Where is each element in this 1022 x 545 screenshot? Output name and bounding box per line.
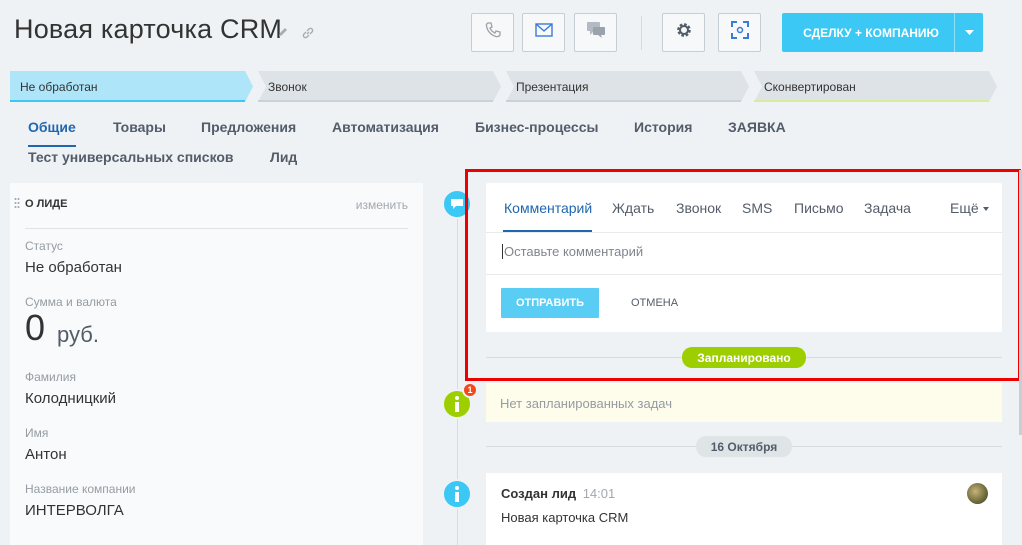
sum-currency: руб.	[57, 322, 99, 347]
title-actions	[277, 26, 315, 40]
tab-general[interactable]: Общие	[28, 119, 76, 135]
name-label: Имя	[25, 426, 49, 440]
status-label: Статус	[25, 239, 63, 253]
pencil-icon[interactable]	[277, 26, 289, 40]
name-value: Антон	[25, 446, 67, 463]
create-deal-company-button[interactable]: СДЕЛКУ + КОМПАНИЮ	[782, 13, 983, 52]
event-time: 14:01	[582, 486, 616, 501]
chat-icon	[585, 20, 607, 45]
create-deal-company-label: СДЕЛКУ + КОМПАНИЮ	[803, 25, 939, 40]
drag-handle-icon[interactable]	[14, 197, 20, 211]
tab-universal-lists[interactable]: Тест универсальных списков	[28, 149, 234, 165]
email-button[interactable]	[522, 13, 565, 52]
chat-button[interactable]	[574, 13, 617, 52]
call-button[interactable]	[471, 13, 514, 52]
info-icon	[442, 479, 472, 509]
scan-icon	[730, 20, 750, 45]
tab-offers[interactable]: Предложения	[201, 119, 296, 135]
lastname-value: Колодницкий	[25, 390, 117, 407]
date-badge: 16 Октября	[696, 436, 792, 457]
divider	[641, 16, 642, 50]
tab-history[interactable]: История	[634, 119, 692, 135]
edit-link[interactable]: изменить	[356, 198, 408, 212]
link-icon[interactable]	[301, 26, 315, 40]
lastname-label: Фамилия	[25, 370, 76, 384]
chevron-down-icon[interactable]	[954, 13, 983, 52]
stage-label: Сконвертирован	[764, 79, 856, 94]
stage-label: Презентация	[516, 79, 589, 94]
stage-call[interactable]: Звонок	[258, 71, 501, 102]
stage-label: Не обработан	[20, 79, 98, 94]
stage-label: Звонок	[268, 79, 307, 94]
tab-products[interactable]: Товары	[113, 119, 166, 135]
lead-info-card: О ЛИДЕ изменить Статус Не обработан Сумм…	[10, 183, 423, 545]
highlight-box	[465, 169, 1021, 381]
created-lead-event: Создан лид 14:01 Новая карточка CRM	[486, 473, 1002, 545]
avatar[interactable]	[967, 483, 988, 504]
event-title: Создан лид	[501, 486, 577, 501]
company-value: ИНТЕРВОЛГА	[25, 502, 124, 519]
card-heading: О ЛИДЕ	[25, 198, 68, 210]
stage-new[interactable]: Не обработан	[10, 71, 253, 102]
page-title: Новая карточка CRM	[14, 14, 283, 44]
scan-button[interactable]	[718, 13, 761, 52]
sum-value: 0	[25, 307, 46, 348]
active-tab-indicator	[28, 145, 76, 147]
settings-button[interactable]	[662, 13, 705, 52]
counter-badge: 1	[462, 382, 478, 398]
company-label: Название компании	[25, 482, 136, 496]
stage-converted[interactable]: Сконвертирован	[754, 71, 997, 102]
event-text: Новая карточка CRM	[501, 510, 629, 525]
envelope-icon	[534, 22, 554, 43]
phone-icon	[484, 21, 502, 44]
status-stages: Не обработан Звонок Презентация Сконверт…	[10, 71, 1000, 102]
divider	[25, 228, 408, 229]
status-value: Не обработан	[25, 259, 122, 276]
no-tasks-item: Нет запланированных задач	[486, 383, 1002, 422]
tab-lead[interactable]: Лид	[270, 149, 297, 165]
gear-icon	[674, 20, 694, 45]
tab-business-processes[interactable]: Бизнес-процессы	[475, 119, 598, 135]
tab-request[interactable]: ЗАЯВКА	[728, 119, 786, 135]
tab-automation[interactable]: Автоматизация	[332, 119, 439, 135]
stage-presentation[interactable]: Презентация	[506, 71, 749, 102]
